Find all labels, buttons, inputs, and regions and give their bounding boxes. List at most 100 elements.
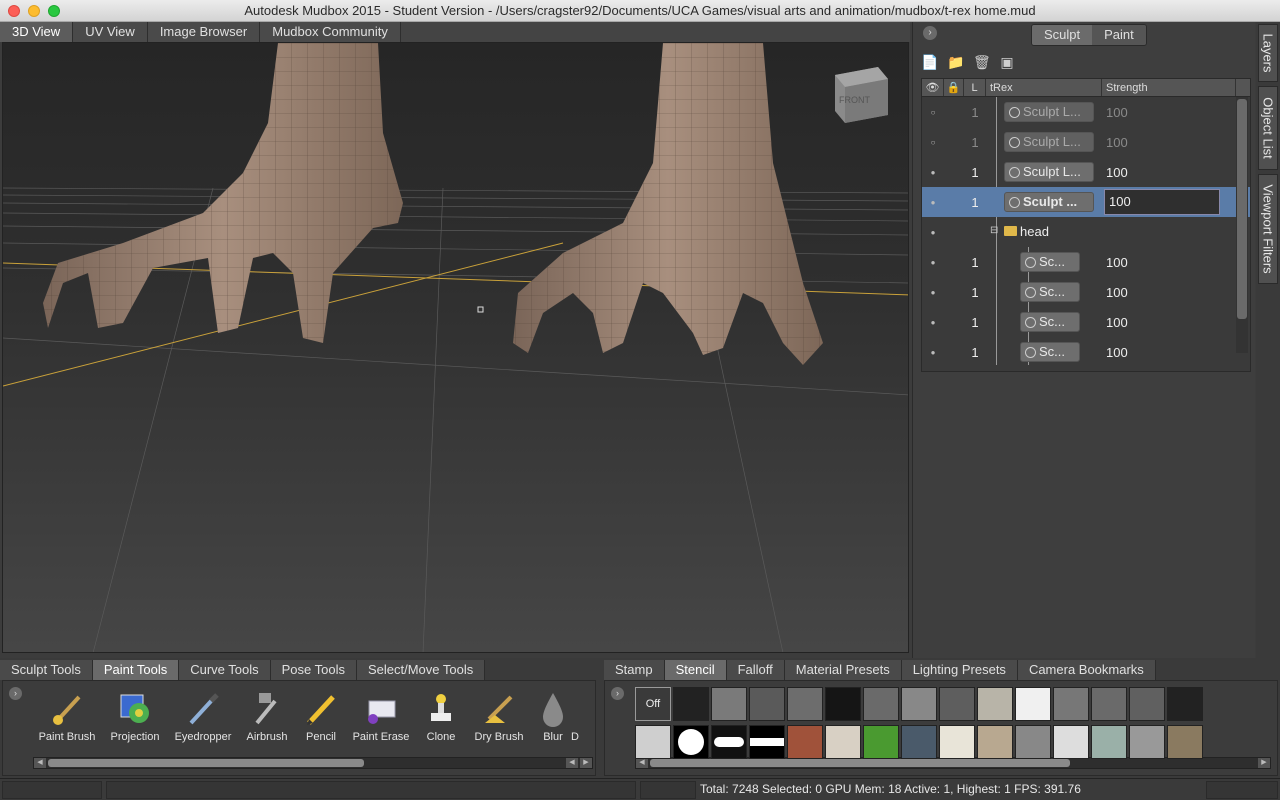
stencil-thumbnail[interactable] [1053, 687, 1089, 721]
layer-name[interactable]: Sculpt L... [1004, 102, 1094, 122]
folder-name[interactable]: head [1020, 224, 1049, 239]
stencil-thumbnail[interactable] [1015, 687, 1051, 721]
visibility-column-icon[interactable]: 👁 [922, 79, 944, 96]
layer-name[interactable]: Sculpt ... [1004, 192, 1094, 212]
layer-name[interactable]: Sc... [1020, 312, 1080, 332]
stencil-thumbnail[interactable] [825, 725, 861, 759]
stencil-thumbnail[interactable] [939, 687, 975, 721]
layer-strength-field[interactable]: 100 [1104, 189, 1220, 215]
stencil-thumbnail[interactable] [977, 725, 1013, 759]
stencil-thumbnail[interactable] [1015, 725, 1051, 759]
layer-row[interactable]: ● 1 Sculpt L... 100 [922, 157, 1250, 187]
stencil-thumbnail[interactable] [863, 687, 899, 721]
stencil-thumbnail[interactable] [1129, 687, 1165, 721]
stencil-thumbnail[interactable] [1167, 687, 1203, 721]
layer-row-selected[interactable]: ● 1 Sculpt ... 100 [922, 187, 1250, 217]
3d-viewport[interactable]: FRONT [2, 42, 909, 653]
tab-object-list[interactable]: Object List [1258, 86, 1278, 170]
layer-name[interactable]: Sculpt L... [1004, 132, 1094, 152]
scroll-right-icon[interactable]: ▶ [580, 758, 592, 768]
scroll-right-icon[interactable]: ▶ [1258, 758, 1270, 768]
visibility-toggle-icon[interactable]: ● [922, 318, 944, 327]
tool-pencil[interactable]: Pencil [287, 691, 355, 743]
layer-name[interactable]: Sculpt L... [1004, 162, 1094, 182]
minimize-window-button[interactable] [28, 5, 40, 17]
tool-projection[interactable]: Projection [101, 691, 169, 743]
tab-camera-bookmarks[interactable]: Camera Bookmarks [1017, 660, 1156, 680]
tab-falloff[interactable]: Falloff [726, 660, 785, 680]
layer-table-scrollbar[interactable] [1236, 97, 1248, 353]
layer-strength[interactable]: 100 [1102, 105, 1212, 120]
tab-image-browser[interactable]: Image Browser [147, 22, 261, 42]
new-folder-icon[interactable]: 📁 [947, 54, 964, 70]
layer-row[interactable]: ○ 1 Sculpt L... 100 [922, 97, 1250, 127]
stencil-thumbnail[interactable] [1091, 687, 1127, 721]
tab-material-presets[interactable]: Material Presets [784, 660, 902, 680]
stencil-thumbnail[interactable] [1053, 725, 1089, 759]
stencil-thumbnail[interactable] [863, 725, 899, 759]
view-cube[interactable]: FRONT [835, 67, 888, 123]
layer-name[interactable]: Sc... [1020, 342, 1080, 362]
tab-paint-tools[interactable]: Paint Tools [92, 660, 180, 680]
scroll-left-icon[interactable]: ◀ [566, 758, 578, 768]
layer-mask-icon[interactable]: ▣ [999, 54, 1015, 70]
tab-sculpt-tools[interactable]: Sculpt Tools [0, 660, 93, 680]
layer-name[interactable]: Sc... [1020, 282, 1080, 302]
stencil-thumbnail[interactable] [711, 725, 747, 759]
stencil-thumbnail[interactable] [749, 687, 785, 721]
stencil-thumbnail[interactable] [1167, 725, 1203, 759]
tray-collapse-button[interactable]: › [611, 687, 624, 700]
stencil-thumbnail[interactable] [901, 687, 937, 721]
stencil-thumbnail[interactable] [787, 725, 823, 759]
tool-eyedropper[interactable]: Eyedropper [169, 691, 237, 743]
tab-lighting-presets[interactable]: Lighting Presets [901, 660, 1018, 680]
tab-3d-view[interactable]: 3D View [0, 22, 74, 42]
stencil-thumbnail[interactable] [635, 725, 671, 759]
panel-collapse-button[interactable]: › [923, 26, 937, 40]
stencil-thumbnail[interactable] [673, 725, 709, 759]
scroll-left-icon[interactable]: ◀ [34, 758, 46, 768]
scrollbar-thumb[interactable] [650, 759, 1070, 767]
stencil-thumbnail[interactable] [825, 687, 861, 721]
tab-stencil[interactable]: Stencil [664, 660, 727, 680]
tool-d[interactable]: D [557, 691, 593, 743]
delete-layer-icon[interactable]: 🗑 [973, 54, 991, 70]
layer-row[interactable]: ○ 1 Sculpt L... 100 [922, 127, 1250, 157]
layer-strength[interactable]: 100 [1102, 315, 1212, 330]
stencil-thumbnail[interactable] [787, 687, 823, 721]
layer-strength[interactable]: 100 [1102, 165, 1212, 180]
collapse-toggle-icon[interactable]: ⊟ [990, 225, 998, 236]
name-column-header[interactable]: tRex [986, 79, 1102, 96]
stencil-off-button[interactable]: Off [635, 687, 671, 721]
stencil-thumbnail[interactable] [939, 725, 975, 759]
layer-folder-row[interactable]: ● ⊟ head [922, 217, 1250, 247]
visibility-toggle-icon[interactable]: ● [922, 228, 944, 237]
visibility-toggle-icon[interactable]: ● [922, 168, 944, 177]
tab-viewport-filters[interactable]: Viewport Filters [1258, 174, 1278, 284]
tab-layers[interactable]: Layers [1258, 24, 1278, 82]
stencil-thumbnail[interactable] [673, 687, 709, 721]
level-column-header[interactable]: L [964, 79, 986, 96]
maximize-window-button[interactable] [48, 5, 60, 17]
visibility-toggle-icon[interactable]: ● [922, 348, 944, 357]
stencil-thumbnail[interactable] [1129, 725, 1165, 759]
paint-mode-button[interactable]: Paint [1092, 25, 1146, 45]
stencil-thumbnail[interactable] [711, 687, 747, 721]
scroll-left-icon[interactable]: ◀ [636, 758, 648, 768]
tab-select-move-tools[interactable]: Select/Move Tools [356, 660, 486, 680]
close-window-button[interactable] [8, 5, 20, 17]
visibility-toggle-icon[interactable]: ○ [922, 138, 944, 147]
layer-name[interactable]: Sc... [1020, 252, 1080, 272]
tab-stamp[interactable]: Stamp [604, 660, 665, 680]
strength-column-header[interactable]: Strength [1102, 79, 1236, 96]
lock-column-icon[interactable]: 🔒 [944, 79, 964, 96]
visibility-toggle-icon[interactable]: ○ [922, 108, 944, 117]
layer-strength[interactable]: 100 [1102, 345, 1212, 360]
tray-collapse-button[interactable]: › [9, 687, 22, 700]
stencil-thumbnail[interactable] [901, 725, 937, 759]
layer-strength[interactable]: 100 [1102, 285, 1212, 300]
visibility-toggle-icon[interactable]: ● [922, 288, 944, 297]
tool-tray-scrollbar[interactable]: ◀ ◀ ▶ [33, 757, 593, 769]
stencil-thumbnail[interactable] [749, 725, 785, 759]
layer-row[interactable]: ● 1 Sc... 100 [922, 307, 1250, 337]
